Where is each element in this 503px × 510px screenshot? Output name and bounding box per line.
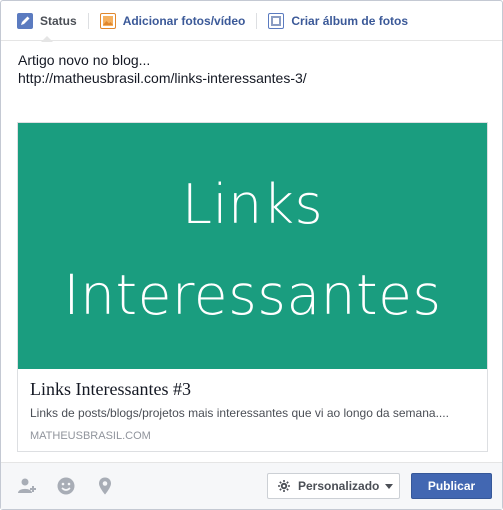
post-text-line: Artigo novo no blog... <box>18 52 151 68</box>
tab-divider <box>256 12 258 29</box>
preview-image-text: Links <box>181 173 324 236</box>
chevron-down-icon <box>385 483 394 489</box>
tab-create-album[interactable]: Criar álbum de fotos <box>268 1 408 41</box>
link-preview-body: Links Interessantes #3 Links de posts/bl… <box>18 369 487 442</box>
link-preview-image[interactable]: Links Interessantes <box>18 123 487 369</box>
photo-icon <box>99 12 116 29</box>
post-text-line: http://matheusbrasil.com/links-interessa… <box>18 70 307 86</box>
post-composer: Status Adicionar fotos/vídeo Criar álbum… <box>0 0 503 510</box>
privacy-selector-button[interactable]: Personalizado <box>267 473 400 499</box>
privacy-label: Personalizado <box>298 479 380 493</box>
post-text-input[interactable]: Artigo novo no blog... http://matheusbra… <box>18 51 488 87</box>
pencil-icon <box>17 12 33 29</box>
composer-footer: Personalizado Publicar <box>1 462 502 509</box>
tab-add-photos-label: Adicionar fotos/vídeo <box>122 13 246 28</box>
publish-button[interactable]: Publicar <box>411 473 492 499</box>
tab-create-album-label: Criar álbum de fotos <box>291 13 409 28</box>
link-preview-domain: MATHEUSBRASIL.COM <box>30 430 151 442</box>
tab-add-photos-video[interactable]: Adicionar fotos/vídeo <box>99 1 246 41</box>
tab-divider <box>87 12 89 29</box>
tag-friends-icon[interactable] <box>17 476 37 496</box>
tab-status[interactable]: Status <box>17 1 77 42</box>
feeling-icon[interactable] <box>56 476 76 496</box>
composer-tabs: Status Adicionar fotos/vídeo Criar álbum… <box>1 1 502 42</box>
link-preview-description: Links de posts/blogs/projetos mais inter… <box>30 406 449 420</box>
preview-image-text: Interessantes <box>63 263 442 327</box>
gear-icon <box>278 480 290 492</box>
location-pin-icon[interactable] <box>95 476 115 496</box>
link-preview-card[interactable]: Links Interessantes Links Interessantes … <box>17 122 488 452</box>
tab-status-label: Status <box>40 13 77 28</box>
link-preview-title[interactable]: Links Interessantes #3 <box>30 378 475 400</box>
album-icon <box>268 12 285 29</box>
